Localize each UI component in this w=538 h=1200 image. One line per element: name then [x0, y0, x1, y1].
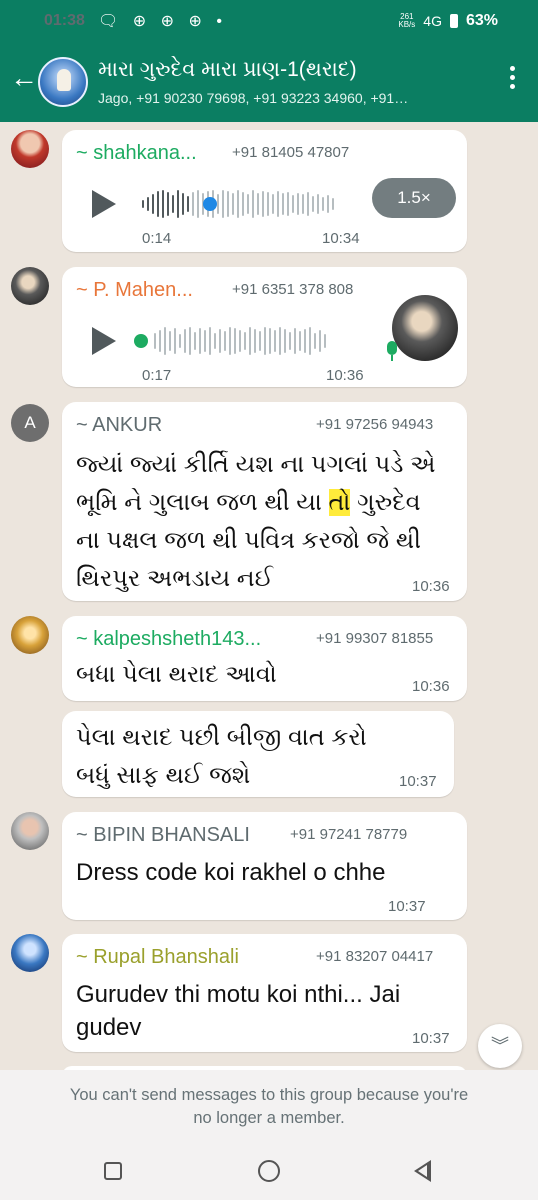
- highlighted-word: તો: [328, 489, 351, 516]
- text-message[interactable]: ~ Rupal Bhanshali +91 83207 04417 Gurude…: [62, 934, 467, 1052]
- message-text: Dress code koi rakhel o chhe: [76, 859, 386, 886]
- sender-name[interactable]: ~ ANKUR: [76, 414, 162, 437]
- message-line: ના પક્ષલ જળ થી પવિત્ર કરજો જે થી: [76, 527, 422, 554]
- sender-phone: +91 99307 81855: [316, 630, 434, 647]
- network-speed-unit: KB/s: [398, 20, 416, 29]
- message-line: ભૂમિ ને ગુલાબ જળ થી યા તો ગુરુદેવ: [76, 484, 461, 522]
- message-text: જ્યાં જ્યાં કીર્તિ યશ ના પગલાં પડે એ ભૂમ…: [76, 446, 461, 598]
- sender-name[interactable]: ~ P. Mahen...: [76, 279, 193, 302]
- message-line: Gurudev thi motu koi nthi... Jai: [76, 981, 401, 1008]
- nav-recents-icon[interactable]: [104, 1162, 122, 1180]
- system-nav-bar: [0, 1142, 538, 1200]
- sender-name[interactable]: ~ shahkana...: [76, 142, 197, 165]
- message-time: 10:37: [388, 898, 426, 915]
- sender-avatar[interactable]: A: [11, 404, 49, 442]
- notice-line: You can't send messages to this group be…: [69, 1086, 469, 1104]
- app-header: 01:38 🗨 ⊕ ⊕ ⊕ • 261 KB/s 4G 63% ← મારા ગુ…: [0, 0, 538, 122]
- status-bar: 01:38 🗨 ⊕ ⊕ ⊕ • 261 KB/s 4G 63%: [0, 0, 538, 44]
- voice-message[interactable]: ~ P. Mahen... +91 6351 378 808 0:17 10:3…: [62, 267, 467, 387]
- sender-avatar[interactable]: [11, 267, 49, 305]
- group-avatar[interactable]: [38, 57, 88, 107]
- notification-icons: 🗨 ⊕ ⊕ ⊕ •: [98, 13, 227, 30]
- chevron-double-down-icon[interactable]: ︾: [478, 1024, 522, 1068]
- sender-name[interactable]: ~ Rupal Bhanshali: [76, 946, 239, 969]
- play-icon[interactable]: [92, 327, 116, 355]
- voice-waveform[interactable]: [142, 189, 334, 219]
- playback-speed-button[interactable]: 1.5×: [372, 178, 456, 218]
- play-icon[interactable]: [92, 190, 116, 218]
- text-message[interactable]: ~ ANKUR +91 97256 94943 જ્યાં જ્યાં કીર્…: [62, 402, 467, 601]
- nav-back-icon[interactable]: [414, 1160, 431, 1182]
- message-line: gudev: [76, 1014, 142, 1041]
- message-time: 10:36: [412, 678, 450, 695]
- message-line: થિરપુર અભડાય નઈ: [76, 565, 274, 592]
- text-message[interactable]: પેલા થરાદ પછી બીજી વાત કરો બધું સાફ થઈ જ…: [62, 711, 454, 797]
- message-time: 10:37: [412, 1030, 450, 1047]
- sender-name[interactable]: ~ kalpeshsheth143...: [76, 628, 261, 651]
- status-time: 01:38: [44, 12, 85, 29]
- text-message[interactable]: ~ kalpeshsheth143... +91 99307 81855 બધા…: [62, 616, 467, 701]
- mic-icon: [387, 341, 397, 361]
- voice-duration: 0:17: [142, 367, 172, 384]
- message-text-part: ભૂમિ ને ગુલાબ જળ થી યા: [76, 489, 322, 516]
- message-text-part: ગુરુદેવ: [357, 489, 421, 516]
- message-line: જ્યાં જ્યાં કીર્તિ યશ ના પગલાં પડે એ: [76, 451, 436, 478]
- message-text: Gurudev thi motu koi nthi... Jai gudev: [76, 978, 461, 1044]
- sender-phone: +91 81405 47807: [232, 144, 350, 161]
- network-speed: 261 KB/s: [398, 13, 415, 29]
- nav-home-icon[interactable]: [258, 1160, 280, 1182]
- message-text: બધા પેલા થરાદ આવો: [76, 661, 277, 688]
- more-vertical-icon[interactable]: [508, 66, 516, 93]
- voice-duration: 0:14: [142, 230, 172, 247]
- voice-waveform[interactable]: [154, 326, 326, 356]
- back-arrow-icon[interactable]: ←: [10, 64, 38, 92]
- sender-phone: +91 6351 378 808: [232, 281, 354, 298]
- message-time: 10:37: [399, 773, 437, 790]
- network-label: 4G: [423, 13, 442, 29]
- sender-avatar[interactable]: [11, 812, 49, 850]
- group-members-subtitle[interactable]: Jago, +91 90230 79698, +91 93223 34960, …: [98, 90, 408, 106]
- notice-line: no longer a member.: [193, 1109, 345, 1127]
- group-title[interactable]: મારા ગુરુદેવ મારા પ્રાણ-1(થરાદ): [98, 58, 357, 82]
- message-time: 10:36: [412, 578, 450, 595]
- battery-percent: 63%: [465, 12, 498, 29]
- voice-message[interactable]: ~ shahkana... +91 81405 47807 1.5× 0:14 …: [62, 130, 467, 252]
- sender-avatar[interactable]: [11, 130, 49, 168]
- message-time: 10:34: [322, 230, 360, 247]
- text-message[interactable]: ~ BIPIN BHANSALI +91 97241 78779 Dress c…: [62, 812, 467, 920]
- message-line: બધું સાફ થઈ જશે: [76, 762, 251, 789]
- sender-phone: +91 97241 78779: [290, 826, 408, 843]
- sender-avatar[interactable]: [11, 616, 49, 654]
- message-text: પેલા થરાદ પછી બીજી વાત કરો બધું સાફ થઈ જ…: [76, 719, 446, 795]
- sender-voice-avatar: [392, 295, 458, 361]
- playback-position-dot[interactable]: [134, 334, 148, 348]
- status-right: 261 KB/s 4G 63%: [398, 12, 498, 30]
- sender-avatar[interactable]: [11, 934, 49, 972]
- message-line: પેલા થરાદ પછી બીજી વાત કરો: [76, 724, 367, 751]
- message-time: 10:36: [326, 367, 364, 384]
- not-member-notice: You can't send messages to this group be…: [0, 1070, 538, 1142]
- sender-phone: +91 83207 04417: [316, 948, 434, 965]
- chat-list[interactable]: ~ shahkana... +91 81405 47807 1.5× 0:14 …: [0, 122, 538, 1070]
- battery-icon: [449, 14, 458, 28]
- sender-phone: +91 97256 94943: [316, 416, 434, 433]
- playback-position-dot[interactable]: [203, 197, 217, 211]
- sender-name[interactable]: ~ BIPIN BHANSALI: [76, 824, 250, 847]
